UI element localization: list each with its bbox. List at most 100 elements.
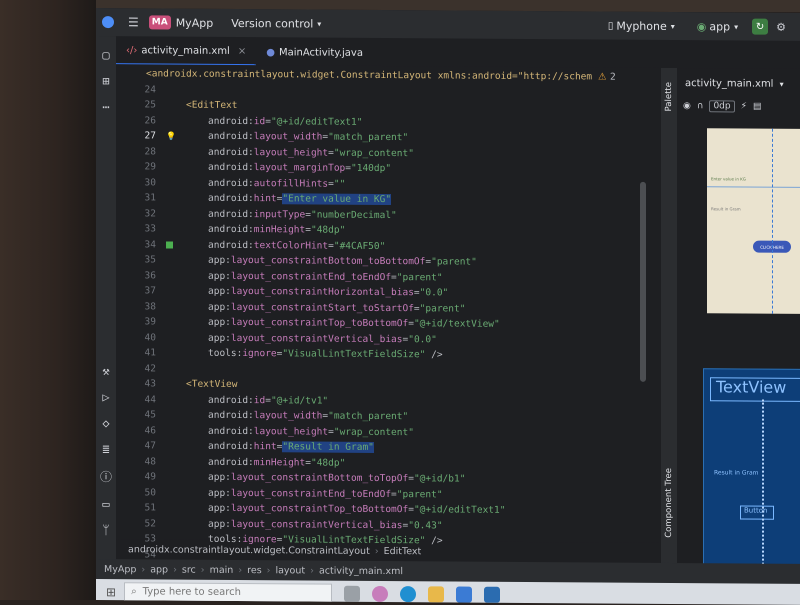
- design-tab[interactable]: activity_main.xml ▾: [685, 78, 784, 90]
- status-path-item[interactable]: layout: [275, 565, 305, 576]
- line-number: 27: [116, 128, 156, 144]
- design-panel: Palette Component Tree activity_main.xml…: [661, 68, 800, 564]
- line-number: 48: [116, 454, 156, 470]
- code-text: android:layout_height="wrap_content": [208, 423, 414, 440]
- chevron-right-icon: ›: [267, 565, 271, 576]
- title-bar: ☰ MA MyApp Version control ▾ ▯ Myphone ▾…: [96, 8, 800, 41]
- chevron-right-icon: ›: [375, 545, 379, 556]
- laptop-bezel-left: [0, 0, 96, 600]
- device-label: Myphone: [616, 19, 666, 32]
- breadcrumb-item[interactable]: androidx.constraintlayout.widget.Constra…: [128, 544, 370, 557]
- terminal-icon[interactable]: ▭: [98, 497, 114, 511]
- status-path-item[interactable]: main: [210, 564, 234, 575]
- hamburger-menu-icon[interactable]: ☰: [128, 15, 139, 29]
- copilot-icon[interactable]: [372, 585, 388, 601]
- warning-icon[interactable]: ⚠: [598, 70, 607, 86]
- code-text: android:layout_width="match_parent": [208, 408, 408, 425]
- run-icon[interactable]: ▷: [98, 390, 114, 404]
- color-swatch-icon[interactable]: [166, 241, 173, 248]
- line-number: 31: [116, 190, 156, 206]
- lightbulb-icon[interactable]: 💡: [166, 128, 176, 144]
- magnet-icon[interactable]: ∩: [697, 101, 704, 111]
- structure-icon[interactable]: ⊞: [98, 74, 114, 88]
- blueprint-view[interactable]: TextView Result in Gram Button: [703, 368, 800, 566]
- blueprint-textview-label: TextView: [716, 377, 786, 396]
- preview-hint-text: Enter value in KG: [711, 176, 746, 181]
- line-number: 52: [116, 516, 156, 532]
- code-text: android:hint="Enter value in KG": [208, 191, 391, 208]
- line-number: 28: [116, 144, 156, 160]
- git-branch-icon[interactable]: ᛘ: [98, 523, 114, 537]
- layout-preview[interactable]: Enter value in KG Result in Gram CLICK H…: [707, 128, 800, 314]
- chevron-right-icon: ›: [201, 564, 205, 575]
- line-number: 49: [116, 469, 156, 485]
- code-editor[interactable]: <androidx.constraintlayout.widget.Constr…: [116, 64, 661, 543]
- code-text: android:id="@+id/tv1": [208, 392, 328, 408]
- align-icon[interactable]: ▤: [753, 102, 762, 112]
- code-text: app:layout_constraintVertical_bias="0.0": [208, 330, 437, 347]
- palette-label[interactable]: Palette: [664, 82, 674, 112]
- status-path-item[interactable]: res: [247, 565, 262, 576]
- code-text: app:layout_constraintBottom_toBottomOf="…: [208, 253, 477, 270]
- line-number: 37: [116, 283, 156, 299]
- warning-count: 2: [610, 70, 616, 86]
- build-hammer-icon[interactable]: ⚒: [98, 364, 114, 378]
- line-number: 50: [116, 485, 156, 501]
- line-number: 36: [116, 268, 156, 284]
- code-text: app:layout_constraintVertical_bias="0.43…: [208, 516, 443, 533]
- sync-icon[interactable]: ↻: [752, 19, 768, 35]
- chevron-down-icon: ▾: [780, 80, 784, 89]
- app-logo-icon[interactable]: [102, 16, 114, 28]
- preview-result-text: Result in Gram: [711, 206, 741, 211]
- breadcrumb-item[interactable]: EditText: [384, 546, 422, 557]
- settings-gear-icon[interactable]: ⚙: [776, 20, 786, 33]
- eye-icon[interactable]: ◉: [683, 101, 691, 111]
- line-number: 45: [116, 407, 156, 423]
- chevron-right-icon: ›: [310, 565, 314, 576]
- code-text: android:layout_height="wrap_content": [208, 144, 414, 161]
- code-text: <TextView: [186, 377, 237, 393]
- device-selector[interactable]: ▯ Myphone ▾: [608, 19, 675, 32]
- component-tree-label[interactable]: Component Tree: [664, 468, 674, 538]
- status-path-item[interactable]: src: [182, 564, 196, 575]
- code-text: android:minHeight="48dp": [208, 454, 345, 470]
- line-number: 51: [116, 500, 156, 516]
- code-text: android:minHeight="48dp": [208, 222, 345, 238]
- logcat-icon[interactable]: ≣: [98, 442, 114, 456]
- run-config-label: app: [709, 20, 730, 33]
- line-number: 30: [116, 175, 156, 191]
- code-text: android:textColorHint="#4CAF50": [208, 237, 385, 254]
- constraint-line: [762, 400, 765, 565]
- code-text: android:hint="Result in Gram": [208, 439, 374, 456]
- close-icon[interactable]: ×: [238, 45, 246, 56]
- edge-icon[interactable]: [400, 586, 416, 602]
- left-tool-strip: ▢ ⊞ ⋯ ⚒ ▷ ◇ ≣ ⓘ ▭ ᛘ: [96, 36, 116, 566]
- tab-activity-main[interactable]: ‹/› activity_main.xml ×: [116, 37, 256, 66]
- line-number: 34: [116, 237, 156, 253]
- status-path-item[interactable]: MyApp: [104, 564, 136, 575]
- margin-value[interactable]: 0dp: [709, 100, 734, 112]
- problems-icon[interactable]: ⓘ: [98, 468, 114, 485]
- more-icon[interactable]: ⋯: [98, 100, 114, 114]
- version-control-label: Version control: [231, 16, 313, 30]
- status-path-item[interactable]: activity_main.xml: [319, 565, 403, 577]
- line-number: 26: [116, 113, 156, 129]
- folder-icon[interactable]: ▢: [98, 48, 114, 62]
- code-text: app:layout_constraintEnd_toEndOf="parent…: [208, 268, 443, 285]
- infer-constraints-icon[interactable]: ⚡: [741, 102, 747, 112]
- gem-icon[interactable]: ◇: [98, 416, 114, 430]
- windows-start-icon[interactable]: ⊞: [106, 585, 116, 599]
- editor-scrollbar[interactable]: [640, 182, 646, 382]
- task-view-icon[interactable]: [344, 585, 360, 601]
- status-path-item[interactable]: app: [150, 564, 168, 575]
- line-number: 40: [116, 330, 156, 346]
- version-control-menu[interactable]: Version control ▾: [231, 16, 321, 30]
- run-config-selector[interactable]: ◉ app ▾: [697, 20, 738, 33]
- chevron-down-icon: ▾: [734, 22, 738, 31]
- tab-main-activity[interactable]: ● MainActivity.java: [256, 39, 373, 66]
- chevron-right-icon: ›: [238, 564, 242, 575]
- line-number: 41: [116, 345, 156, 361]
- design-tab-label: activity_main.xml: [685, 78, 773, 90]
- project-selector[interactable]: MA MyApp: [149, 15, 213, 29]
- chevron-right-icon: ›: [173, 564, 177, 575]
